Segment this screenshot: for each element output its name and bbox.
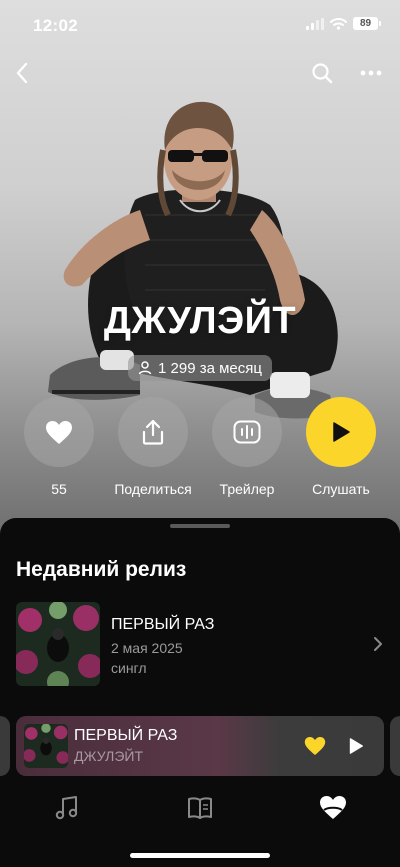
play-button[interactable] [306, 397, 376, 467]
release-type: сингл [111, 660, 147, 676]
mini-like-button[interactable] [301, 732, 329, 760]
wifi-icon [330, 17, 347, 30]
tab-my-wave[interactable] [317, 792, 349, 824]
sheet-handle[interactable] [170, 524, 230, 528]
miniplayer-carousel: ПЕРВЫЙ РАЗ ДЖУЛЭЙТ [0, 706, 400, 776]
share-label: Поделиться [114, 481, 192, 497]
play-icon [349, 738, 363, 754]
status-bar: 12:02 89 [0, 0, 400, 50]
mini-player-artist: ДЖУЛЭЙТ [74, 748, 144, 764]
heart-icon [46, 420, 72, 444]
battery-indicator: 89 [353, 17, 381, 30]
back-button[interactable] [4, 55, 40, 91]
trailer-action[interactable]: Трейлер [201, 397, 293, 497]
more-options-button[interactable] [353, 55, 389, 91]
section-title: Недавний релиз [16, 558, 187, 581]
release-cover-image [16, 602, 100, 686]
listen-label: Слушать [312, 481, 370, 497]
share-button[interactable] [118, 397, 188, 467]
heart-filled-icon [304, 736, 326, 756]
mini-player-title: ПЕРВЫЙ РАЗ [74, 727, 178, 744]
artist-actions: 55 Поделиться Трейлер Слушать [0, 397, 400, 502]
share-action[interactable]: Поделиться [107, 397, 199, 497]
trailer-icon [233, 420, 261, 444]
search-button[interactable] [304, 55, 340, 91]
cover-art [16, 602, 100, 686]
person-icon [138, 361, 152, 375]
music-note-icon [55, 796, 78, 820]
play-icon [333, 422, 350, 442]
chevron-right-icon [374, 637, 382, 651]
monthly-listeners-text: 1 299 за месяц [158, 359, 262, 377]
like-action[interactable]: 55 [13, 397, 105, 497]
status-indicators: 89 [306, 17, 381, 30]
recent-release-row[interactable]: ПЕРВЫЙ РАЗ 2 мая 2025 сингл [0, 602, 400, 686]
artist-name: ДЖУЛЭЙТ [103, 300, 297, 342]
share-icon [142, 419, 164, 445]
top-navigation [0, 55, 400, 91]
tab-books[interactable] [184, 792, 216, 824]
chevron-left-icon [16, 62, 28, 84]
previous-track-card[interactable] [0, 716, 10, 776]
cellular-signal-icon [306, 17, 324, 30]
like-count: 55 [51, 481, 67, 497]
trailer-button[interactable] [212, 397, 282, 467]
status-time: 12:02 [33, 16, 78, 35]
trailer-label: Трейлер [219, 481, 275, 497]
monthly-listeners-badge: 1 299 за месяц [128, 355, 272, 381]
heart-wave-icon [320, 796, 346, 819]
home-indicator [130, 853, 270, 858]
battery-level: 89 [359, 18, 372, 29]
search-icon [312, 63, 333, 84]
book-icon [188, 797, 212, 819]
mini-play-button[interactable] [342, 732, 370, 760]
mini-cover-art [24, 724, 68, 768]
next-track-card[interactable] [390, 716, 400, 776]
like-button[interactable] [24, 397, 94, 467]
mini-player[interactable]: ПЕРВЫЙ РАЗ ДЖУЛЭЙТ [16, 716, 384, 776]
mini-player-cover [24, 724, 68, 768]
tab-bar [0, 778, 400, 867]
more-dots-icon [360, 70, 382, 76]
release-title: ПЕРВЫЙ РАЗ [111, 616, 215, 633]
tab-music[interactable] [51, 792, 83, 824]
release-chevron[interactable] [368, 632, 388, 656]
listen-action[interactable]: Слушать [295, 397, 387, 497]
release-date: 2 мая 2025 [111, 640, 183, 656]
